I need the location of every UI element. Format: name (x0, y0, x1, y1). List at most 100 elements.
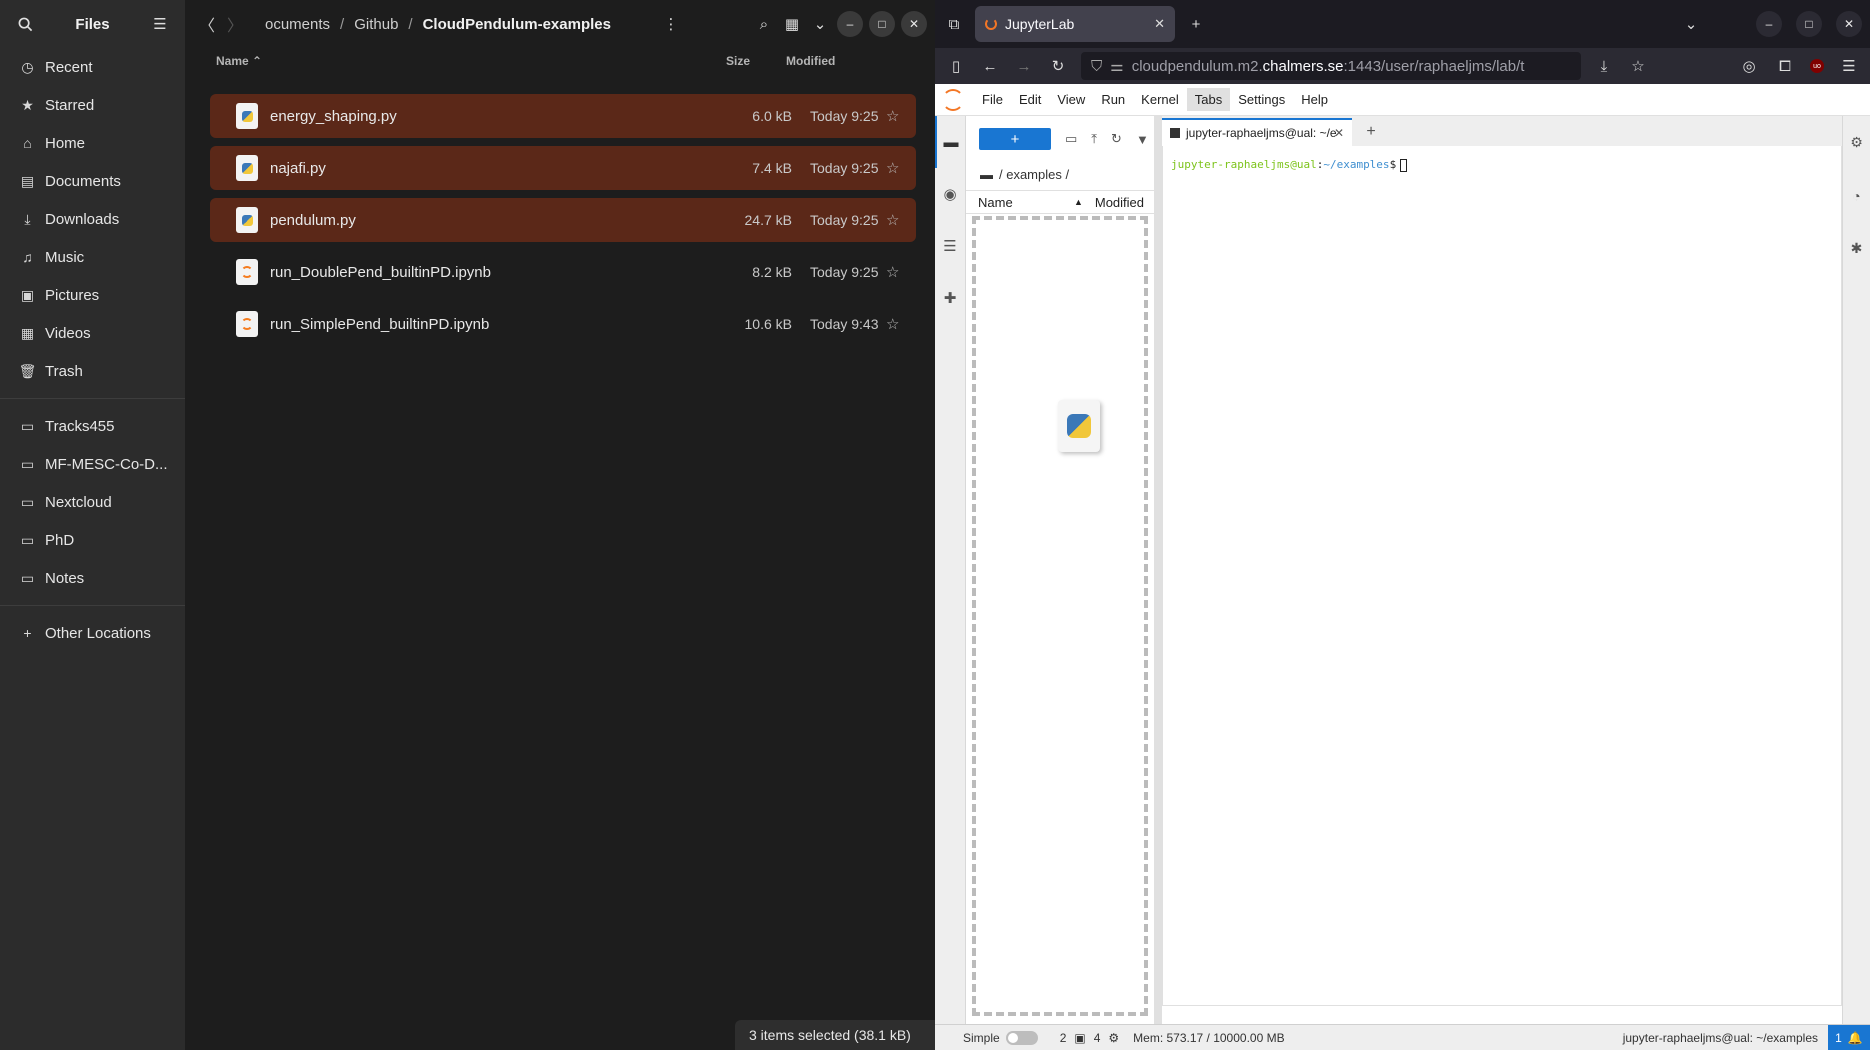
debugger-icon[interactable]: ✱ (1843, 222, 1870, 275)
star-outline-icon[interactable]: ☆ (886, 211, 899, 229)
notifications-button[interactable]: 1 🔔 (1828, 1024, 1870, 1050)
star-outline-icon[interactable]: ☆ (886, 263, 899, 281)
star-outline-icon[interactable]: ☆ (886, 107, 899, 125)
resource-usage-icon[interactable]: ◔ (1843, 169, 1870, 222)
new-folder-icon[interactable]: ▭ (1065, 131, 1077, 147)
add-tab-icon[interactable]: + (1360, 121, 1382, 143)
file-row[interactable]: pendulum.py 24.7 kB Today 9:25 ☆ (210, 198, 916, 242)
search-icon[interactable] (14, 13, 36, 35)
file-row[interactable]: run_DoublePend_builtinPD.ipynb 8.2 kB To… (210, 250, 916, 294)
filter-icon[interactable]: ▼ (1136, 132, 1149, 147)
sidebar-item-starred[interactable]: ★ Starred (0, 86, 185, 124)
menu-view[interactable]: View (1049, 88, 1093, 111)
sidebar-item-trash[interactable]: 🗑 Trash (0, 352, 185, 390)
browser-minimize-icon[interactable]: – (1756, 11, 1782, 37)
trash-icon: 🗑 (18, 362, 37, 379)
running-sessions-icon[interactable]: ◉ (935, 168, 965, 220)
sidebar-item-documents[interactable]: ▤ Documents (0, 162, 185, 200)
path-breadcrumb[interactable]: / examples / (999, 167, 1069, 182)
kernel-count[interactable]: 4 (1094, 1031, 1101, 1045)
file-row[interactable]: energy_shaping.py 6.0 kB Today 9:25 ☆ (210, 94, 916, 138)
star-outline-icon[interactable]: ☆ (886, 315, 899, 333)
browser-tab-jupyterlab[interactable]: JupyterLab ✕ (975, 6, 1175, 42)
close-tab-icon[interactable]: ✕ (1334, 126, 1344, 140)
folder-menu-icon[interactable]: ⋮ (660, 13, 682, 35)
sidebar-item-other-locations[interactable]: + Other Locations (0, 614, 185, 652)
sidebar-toggle-icon[interactable]: ▯ (945, 55, 967, 77)
sidebar-item-notes[interactable]: ▭ Notes (0, 559, 185, 597)
account-icon[interactable]: ◎ (1738, 55, 1760, 77)
current-location: jupyter-raphaeljms@ual: ~/examples (1622, 1030, 1818, 1045)
search-folder-icon[interactable]: ⌕ (753, 13, 775, 35)
forward-arrow-icon[interactable]: 〉 (221, 10, 249, 38)
sidebar-item-nextcloud[interactable]: ▭ Nextcloud (0, 483, 185, 521)
back-arrow-icon[interactable]: ← (979, 55, 1001, 77)
sidebar-item-home[interactable]: ⌂ Home (0, 124, 185, 162)
sidebar-item-label: Trash (45, 362, 83, 380)
tab-overview-icon[interactable]: ⧉ (943, 13, 965, 35)
browser-maximize-icon[interactable]: □ (1796, 11, 1822, 37)
menu-kernel[interactable]: Kernel (1133, 88, 1187, 111)
sidebar-item-mf-mesc[interactable]: ▭ MF-MESC-Co-D... (0, 445, 185, 483)
sidebar-item-music[interactable]: ♫ Music (0, 238, 185, 276)
property-inspector-icon[interactable]: ⚙ (1843, 116, 1870, 169)
terminal-count[interactable]: 2 (1060, 1031, 1067, 1045)
app-menu-icon[interactable]: ☰ (1838, 55, 1860, 77)
forward-arrow-icon[interactable]: → (1013, 55, 1035, 77)
address-bar[interactable]: ⛉ ⚌ cloudpendulum.m2. chalmers.se:1443/us… (1081, 52, 1581, 80)
hamburger-menu-icon[interactable]: ☰ (149, 13, 171, 35)
close-tab-icon[interactable]: ✕ (1154, 16, 1165, 32)
sidebar-item-recent[interactable]: ◷ Recent (0, 48, 185, 86)
new-launcher-button[interactable]: + (979, 128, 1051, 150)
bookmark-star-icon[interactable]: ☆ (1627, 55, 1649, 77)
maximize-icon[interactable]: □ (869, 11, 895, 37)
breadcrumb-current[interactable]: CloudPendulum-examples (413, 16, 621, 33)
refresh-icon[interactable]: ↻ (1111, 131, 1122, 147)
browser-close-icon[interactable]: ✕ (1836, 11, 1862, 37)
menu-tabs[interactable]: Tabs (1186, 88, 1231, 111)
table-of-contents-icon[interactable]: ☰ (935, 220, 965, 272)
download-icon[interactable]: ⤓ (1593, 55, 1615, 77)
menu-help[interactable]: Help (1293, 88, 1336, 111)
tab-list-chevron-icon[interactable]: ⌄ (1680, 13, 1702, 35)
sidebar-item-pictures[interactable]: ▣ Pictures (0, 276, 185, 314)
new-tab-icon[interactable]: + (1185, 13, 1207, 35)
sidebar-item-tracks455[interactable]: ▭ Tracks455 (0, 407, 185, 445)
ublock-icon[interactable]: uo (1810, 59, 1824, 73)
sidebar-item-phd[interactable]: ▭ PhD (0, 521, 185, 559)
files-sidebar: Files ☰ ◷ Recent ★ Starred ⌂ Home ▤ Document… (0, 0, 185, 1050)
menu-file[interactable]: File (974, 88, 1011, 111)
menu-settings[interactable]: Settings (1230, 88, 1293, 111)
chevron-down-icon[interactable]: ⌄ (809, 13, 831, 35)
menu-edit[interactable]: Edit (1011, 88, 1049, 111)
sidebar-item-downloads[interactable]: ⤓ Downloads (0, 200, 185, 238)
upload-icon[interactable]: ⤒ (1091, 131, 1097, 147)
file-row[interactable]: run_SimplePend_builtinPD.ipynb 10.6 kB T… (210, 302, 916, 346)
reload-icon[interactable]: ↻ (1047, 55, 1069, 77)
grid-view-icon[interactable]: ▦ (781, 13, 803, 35)
file-drop-zone[interactable] (972, 216, 1148, 1016)
sidebar-item-videos[interactable]: ▦ Videos (0, 314, 185, 352)
close-icon[interactable]: ✕ (901, 11, 927, 37)
star-outline-icon[interactable]: ☆ (886, 159, 899, 177)
extensions-icon[interactable]: ⧠ (1774, 55, 1796, 77)
folder-icon[interactable]: ▬ (980, 167, 993, 182)
column-header-name[interactable]: Name ⌃ (216, 54, 262, 68)
back-arrow-icon[interactable]: 〈 (193, 10, 221, 38)
extensions-puzzle-icon[interactable]: ✚ (935, 272, 965, 324)
minimize-icon[interactable]: – (837, 11, 863, 37)
column-header-modified[interactable]: Modified (786, 54, 835, 68)
file-row[interactable]: najafi.py 7.4 kB Today 9:25 ☆ (210, 146, 916, 190)
column-header-modified[interactable]: Modified (1095, 195, 1144, 210)
column-header-size[interactable]: Size (726, 54, 750, 68)
breadcrumb-item[interactable]: ocuments (255, 16, 340, 33)
terminal-panel[interactable]: jupyter-raphaeljms@ual:~/examples$ (1162, 146, 1842, 1006)
simple-mode-toggle[interactable] (1005, 1030, 1038, 1045)
column-header-name[interactable]: Name (978, 195, 1013, 210)
breadcrumb-item[interactable]: Github (344, 16, 408, 33)
file-browser-tab-icon[interactable]: ▬ (935, 116, 965, 168)
menu-run[interactable]: Run (1093, 88, 1133, 111)
panel-splitter[interactable] (1154, 116, 1162, 1024)
terminal-tab[interactable]: jupyter-raphaeljms@ual: ~/e ✕ (1162, 118, 1352, 146)
shield-icon: ⛉ (1091, 57, 1103, 75)
